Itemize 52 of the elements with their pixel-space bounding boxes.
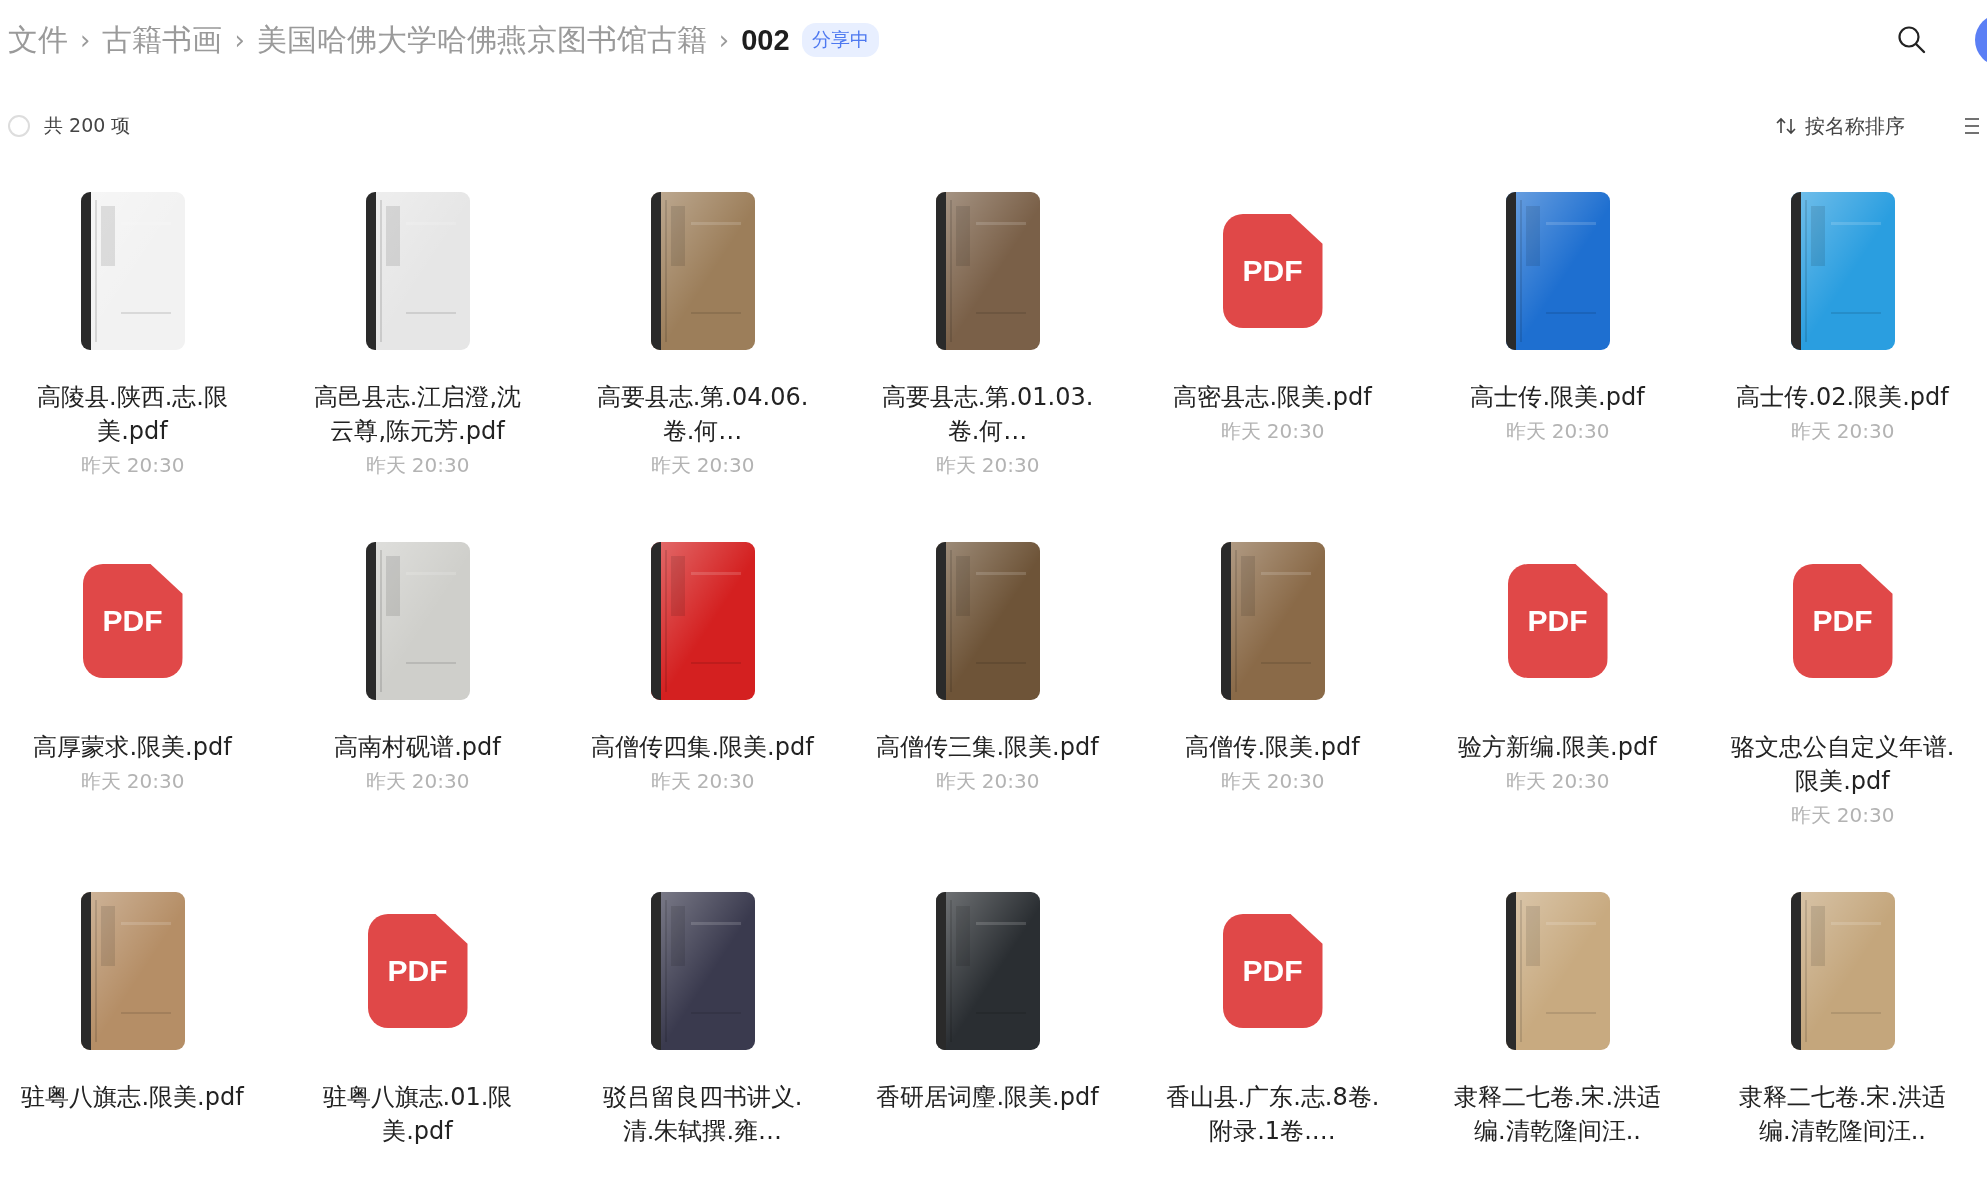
file-name[interactable]: 高南村砚谱.pdf [334, 730, 501, 764]
file-name[interactable]: 高密县志.限美.pdf [1173, 380, 1372, 414]
modified-time: 昨天 20:30 [365, 768, 470, 795]
breadcrumb-separator: › [234, 25, 245, 55]
modified-time: 昨天 20:30 [1790, 418, 1895, 445]
file-name[interactable]: 香山县.广东.志.8卷.附录.1卷.… [1160, 1080, 1385, 1148]
file-name[interactable]: 骆文忠公自定义年谱.限美.pdf [1730, 730, 1955, 798]
modified-time: 昨天 20:30 [1790, 802, 1895, 829]
file-name[interactable]: 高陵县.陕西.志.限美.pdf [20, 380, 245, 448]
file-name[interactable]: 驻粤八旗志.限美.pdf [21, 1080, 244, 1114]
file-name[interactable]: 香研居词麈.限美.pdf [876, 1080, 1099, 1114]
file-name[interactable]: 驻粤八旗志.01.限美.pdf [305, 1080, 530, 1148]
select-all-checkbox[interactable] [8, 115, 30, 137]
sort-button[interactable]: 按名称排序 [1769, 111, 1911, 141]
modified-time: 昨天 20:30 [80, 452, 185, 479]
modified-time: 昨天 20:30 [1505, 768, 1610, 795]
breadcrumb-separator: › [718, 25, 730, 55]
file-name[interactable]: 高士传.限美.pdf [1470, 380, 1645, 414]
file-name[interactable]: 隶释二七卷.宋.洪适编.清乾隆间汪.. [1445, 1080, 1670, 1148]
modified-time: 昨天 20:30 [1220, 418, 1325, 445]
list-view-icon[interactable] [1965, 115, 1979, 137]
file-type-label: PDF [1812, 604, 1873, 638]
file-type-label: PDF [1242, 954, 1303, 988]
modified-time: 昨天 20:30 [365, 452, 470, 479]
modified-time: 昨天 20:30 [1505, 418, 1610, 445]
modified-time: 昨天 20:30 [80, 768, 185, 795]
modified-time: 昨天 20:30 [650, 452, 755, 479]
file-type-label: PDF [1527, 604, 1588, 638]
breadcrumb-separator: › [80, 25, 91, 55]
modified-time: 昨天 20:30 [650, 768, 755, 795]
file-type-label: PDF [102, 604, 163, 638]
file-type-label: PDF [387, 954, 448, 988]
file-name[interactable]: 高僧传四集.限美.pdf [591, 730, 814, 764]
file-name[interactable]: 高厚蒙求.限美.pdf [33, 730, 232, 764]
file-name[interactable]: 高要县志.第.04.06.卷.何… [590, 380, 815, 448]
file-type-label: PDF [1242, 254, 1303, 288]
share-status-badge: 分享中 [801, 23, 879, 57]
file-name[interactable]: 验方新编.限美.pdf [1458, 730, 1657, 764]
file-name[interactable]: 高邑县志.江启澄,沈云尊,陈元芳.pdf [305, 380, 530, 448]
file-name[interactable]: 隶释二七卷.宋.洪适编.清乾隆间汪.. [1730, 1080, 1955, 1148]
modified-time: 昨天 20:30 [1220, 768, 1325, 795]
file-name[interactable]: 高士传.02.限美.pdf [1736, 380, 1949, 414]
search-icon[interactable] [1897, 25, 1927, 55]
file-name[interactable]: 高僧传三集.限美.pdf [876, 730, 1099, 764]
file-name[interactable]: 高僧传.限美.pdf [1185, 730, 1360, 764]
sort-icon [1775, 115, 1797, 137]
item-count: 共 200 项 [44, 113, 131, 138]
file-name[interactable]: 驳吕留良四书讲义.清.朱轼撰.雍… [590, 1080, 815, 1148]
modified-time: 昨天 20:30 [935, 452, 1040, 479]
file-name[interactable]: 高要县志.第.01.03.卷.何… [875, 380, 1100, 448]
modified-time: 昨天 20:30 [935, 768, 1040, 795]
breadcrumb-link[interactable]: 002 [741, 23, 790, 57]
